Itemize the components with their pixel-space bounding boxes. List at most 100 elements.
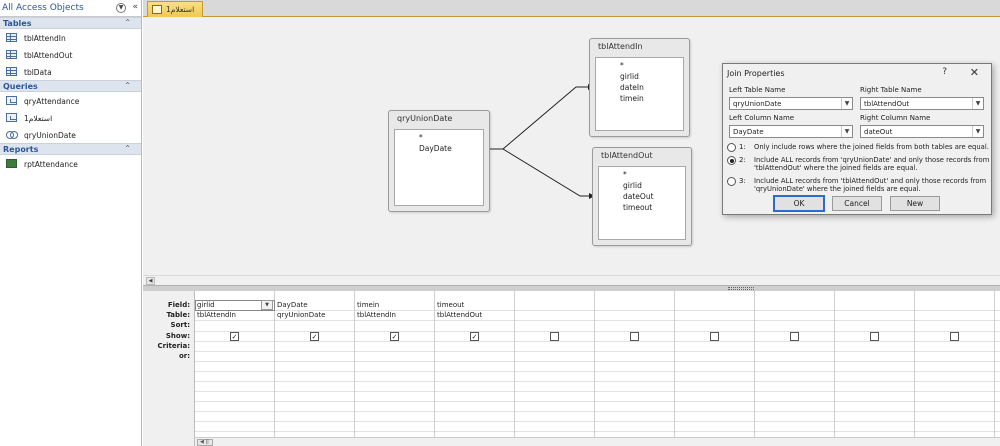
join-option-1-radio[interactable] <box>727 143 736 152</box>
field-item[interactable]: timeout <box>623 202 685 213</box>
chevron-up-icon[interactable]: ⌃ <box>124 18 131 27</box>
show-checkbox[interactable]: ✓ <box>230 332 239 341</box>
right-column-combo[interactable]: dateOut ▼ <box>860 125 984 138</box>
chevron-down-icon[interactable]: ▼ <box>841 98 852 109</box>
nav-item-rptattendance[interactable]: rptAttendance <box>0 155 141 172</box>
nav-item-qryuniondate[interactable]: qryUnionDate <box>0 126 141 143</box>
field-item[interactable]: * <box>419 132 483 143</box>
table-cell[interactable]: tblAttendOut <box>437 311 482 319</box>
join-option-text[interactable]: Include ALL records from 'tblAttendOut' … <box>754 177 990 193</box>
field-item[interactable]: * <box>620 60 683 71</box>
grid-column-10[interactable] <box>915 291 995 437</box>
table-cell[interactable]: tblAttendIn <box>197 311 236 319</box>
help-icon[interactable]: ? <box>942 67 947 77</box>
cancel-button[interactable]: Cancel <box>832 196 882 211</box>
ok-button[interactable]: OK <box>773 195 825 212</box>
table-cell[interactable]: tblAttendIn <box>357 311 396 319</box>
join-option-text[interactable]: Include ALL records from 'qryUnionDate' … <box>754 156 990 172</box>
grid-column-6[interactable] <box>595 291 675 437</box>
left-column-combo[interactable]: DayDate ▼ <box>729 125 853 138</box>
join-line-attendout <box>490 148 589 197</box>
join-option-2-radio[interactable] <box>727 156 736 165</box>
canvas-horizontal-scrollbar[interactable]: ◀ <box>143 275 1000 285</box>
show-checkbox[interactable] <box>550 332 559 341</box>
field-item[interactable]: * <box>623 169 685 180</box>
table-cell[interactable]: qryUnionDate <box>277 311 325 319</box>
join-option-number: 1: <box>739 143 746 151</box>
field-item[interactable]: DayDate <box>419 143 483 154</box>
field-item[interactable]: girlid <box>620 71 683 82</box>
grid-column-4[interactable]: timeout tblAttendOut ✓ <box>435 291 515 437</box>
scroll-left-icon[interactable]: ◀ <box>146 277 155 285</box>
grid-column-9[interactable] <box>835 291 915 437</box>
grid-column-2[interactable]: DayDate qryUnionDate ✓ <box>275 291 355 437</box>
chevron-down-icon[interactable]: ▼ <box>116 3 126 13</box>
nav-item-label: rptAttendance <box>24 160 78 169</box>
query-icon <box>152 5 162 14</box>
field-cell[interactable]: DayDate <box>277 301 308 309</box>
table-icon <box>6 33 17 42</box>
field-cell[interactable]: timein <box>357 301 379 309</box>
chevron-up-icon[interactable]: ⌃ <box>124 144 131 153</box>
join-option-number: 3: <box>739 177 746 185</box>
field-cell[interactable]: girlid <box>197 301 215 309</box>
chevron-down-icon[interactable]: ▼ <box>972 126 983 137</box>
query-icon <box>6 113 17 122</box>
field-list-title[interactable]: qryUnionDate <box>389 111 489 125</box>
field-list-tblattendin[interactable]: tblAttendIn * girlid dateIn timein <box>589 38 690 137</box>
scroll-left-icon[interactable]: ◀ || <box>197 439 213 446</box>
chevron-down-icon[interactable]: ▼ <box>972 98 983 109</box>
show-checkbox[interactable] <box>710 332 719 341</box>
nav-pane-header[interactable]: All Access Objects ▼ « <box>0 0 141 17</box>
splitter-grip[interactable] <box>728 287 754 290</box>
left-table-value: qryUnionDate <box>733 100 782 108</box>
close-icon[interactable]: ✕ <box>970 66 979 79</box>
grid-column-3[interactable]: timein tblAttendIn ✓ <box>355 291 435 437</box>
show-checkbox[interactable]: ✓ <box>310 332 319 341</box>
row-label-sort: Sort: <box>170 321 190 329</box>
nav-item-qryattendance[interactable]: qryAttendance <box>0 92 141 109</box>
field-list-tblattendout[interactable]: tblAttendOut * girlid dateOut timeout <box>592 147 692 246</box>
grid-column-8[interactable] <box>755 291 835 437</box>
document-tab-bar: استعلام1 <box>143 0 1000 17</box>
right-table-combo[interactable]: tblAttendOut ▼ <box>860 97 984 110</box>
chevron-down-icon[interactable]: ▼ <box>841 126 852 137</box>
chevron-up-icon[interactable]: ⌃ <box>124 81 131 90</box>
nav-item-tblattendin[interactable]: tblAttendIn <box>0 29 141 46</box>
show-checkbox[interactable]: ✓ <box>470 332 479 341</box>
new-button[interactable]: New <box>890 196 940 211</box>
right-table-value: tblAttendOut <box>864 100 910 108</box>
grid-column-1[interactable]: girlid ▼ tblAttendIn ✓ <box>195 291 275 437</box>
group-header-reports[interactable]: Reports ⌃ <box>0 143 141 155</box>
field-item[interactable]: timein <box>620 93 683 104</box>
show-checkbox[interactable] <box>870 332 879 341</box>
join-option-3-radio[interactable] <box>727 177 736 186</box>
field-item[interactable]: dateOut <box>623 191 685 202</box>
show-checkbox[interactable]: ✓ <box>390 332 399 341</box>
group-header-queries[interactable]: Queries ⌃ <box>0 80 141 92</box>
document-tab-query1[interactable]: استعلام1 <box>147 1 203 17</box>
field-list-title[interactable]: tblAttendOut <box>593 148 691 162</box>
group-header-tables[interactable]: Tables ⌃ <box>0 17 141 29</box>
join-option-text[interactable]: Only include rows where the joined field… <box>754 143 990 151</box>
nav-item-tblattendout[interactable]: tblAttendOut <box>0 46 141 63</box>
field-list-title[interactable]: tblAttendIn <box>590 39 689 53</box>
grid-horizontal-scrollbar[interactable]: ◀ || <box>195 437 1000 446</box>
field-list-body: * girlid dateOut timeout <box>598 166 686 240</box>
document-tab-label: استعلام1 <box>166 5 195 14</box>
show-checkbox[interactable] <box>790 332 799 341</box>
field-cell[interactable]: timeout <box>437 301 464 309</box>
nav-item-query1[interactable]: استعلام1 <box>0 109 141 126</box>
show-checkbox[interactable] <box>950 332 959 341</box>
group-label: Tables <box>3 19 32 28</box>
field-item[interactable]: girlid <box>623 180 685 191</box>
grid-column-5[interactable] <box>515 291 595 437</box>
field-list-qryuniondate[interactable]: qryUnionDate * DayDate <box>388 110 490 212</box>
nav-item-tbldata[interactable]: tblData <box>0 63 141 80</box>
left-table-combo[interactable]: qryUnionDate ▼ <box>729 97 853 110</box>
shutter-bar-close-icon[interactable]: « <box>132 2 138 12</box>
chevron-down-icon[interactable]: ▼ <box>261 300 273 310</box>
field-item[interactable]: dateIn <box>620 82 683 93</box>
show-checkbox[interactable] <box>630 332 639 341</box>
grid-column-7[interactable] <box>675 291 755 437</box>
